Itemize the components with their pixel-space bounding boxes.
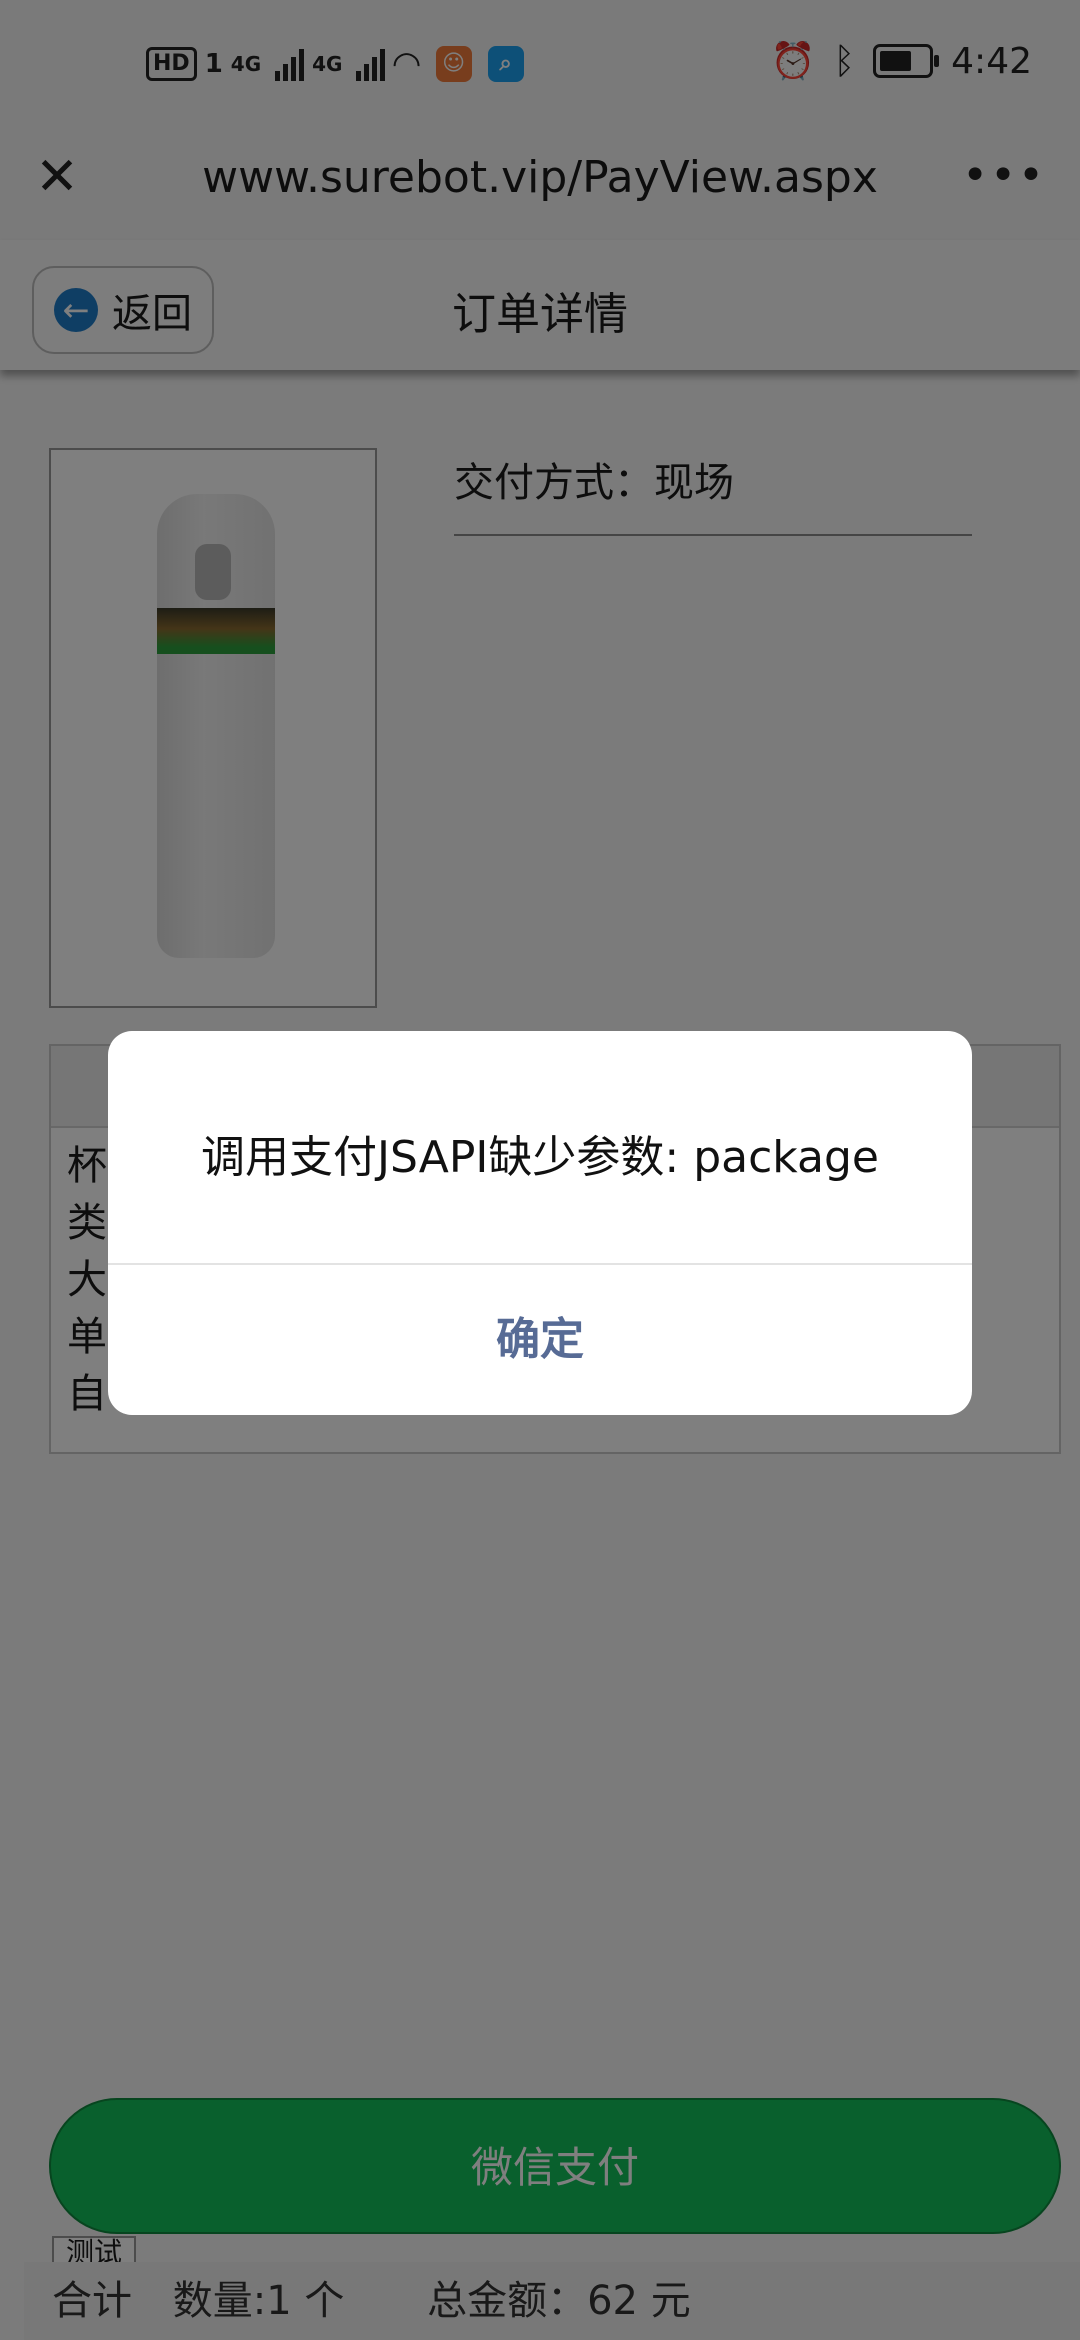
alert-dialog: 调用支付JSAPI缺少参数: package 确定 [108,1031,972,1415]
dialog-message: 调用支付JSAPI缺少参数: package [201,1132,879,1183]
confirm-button[interactable]: 确定 [108,1265,972,1415]
